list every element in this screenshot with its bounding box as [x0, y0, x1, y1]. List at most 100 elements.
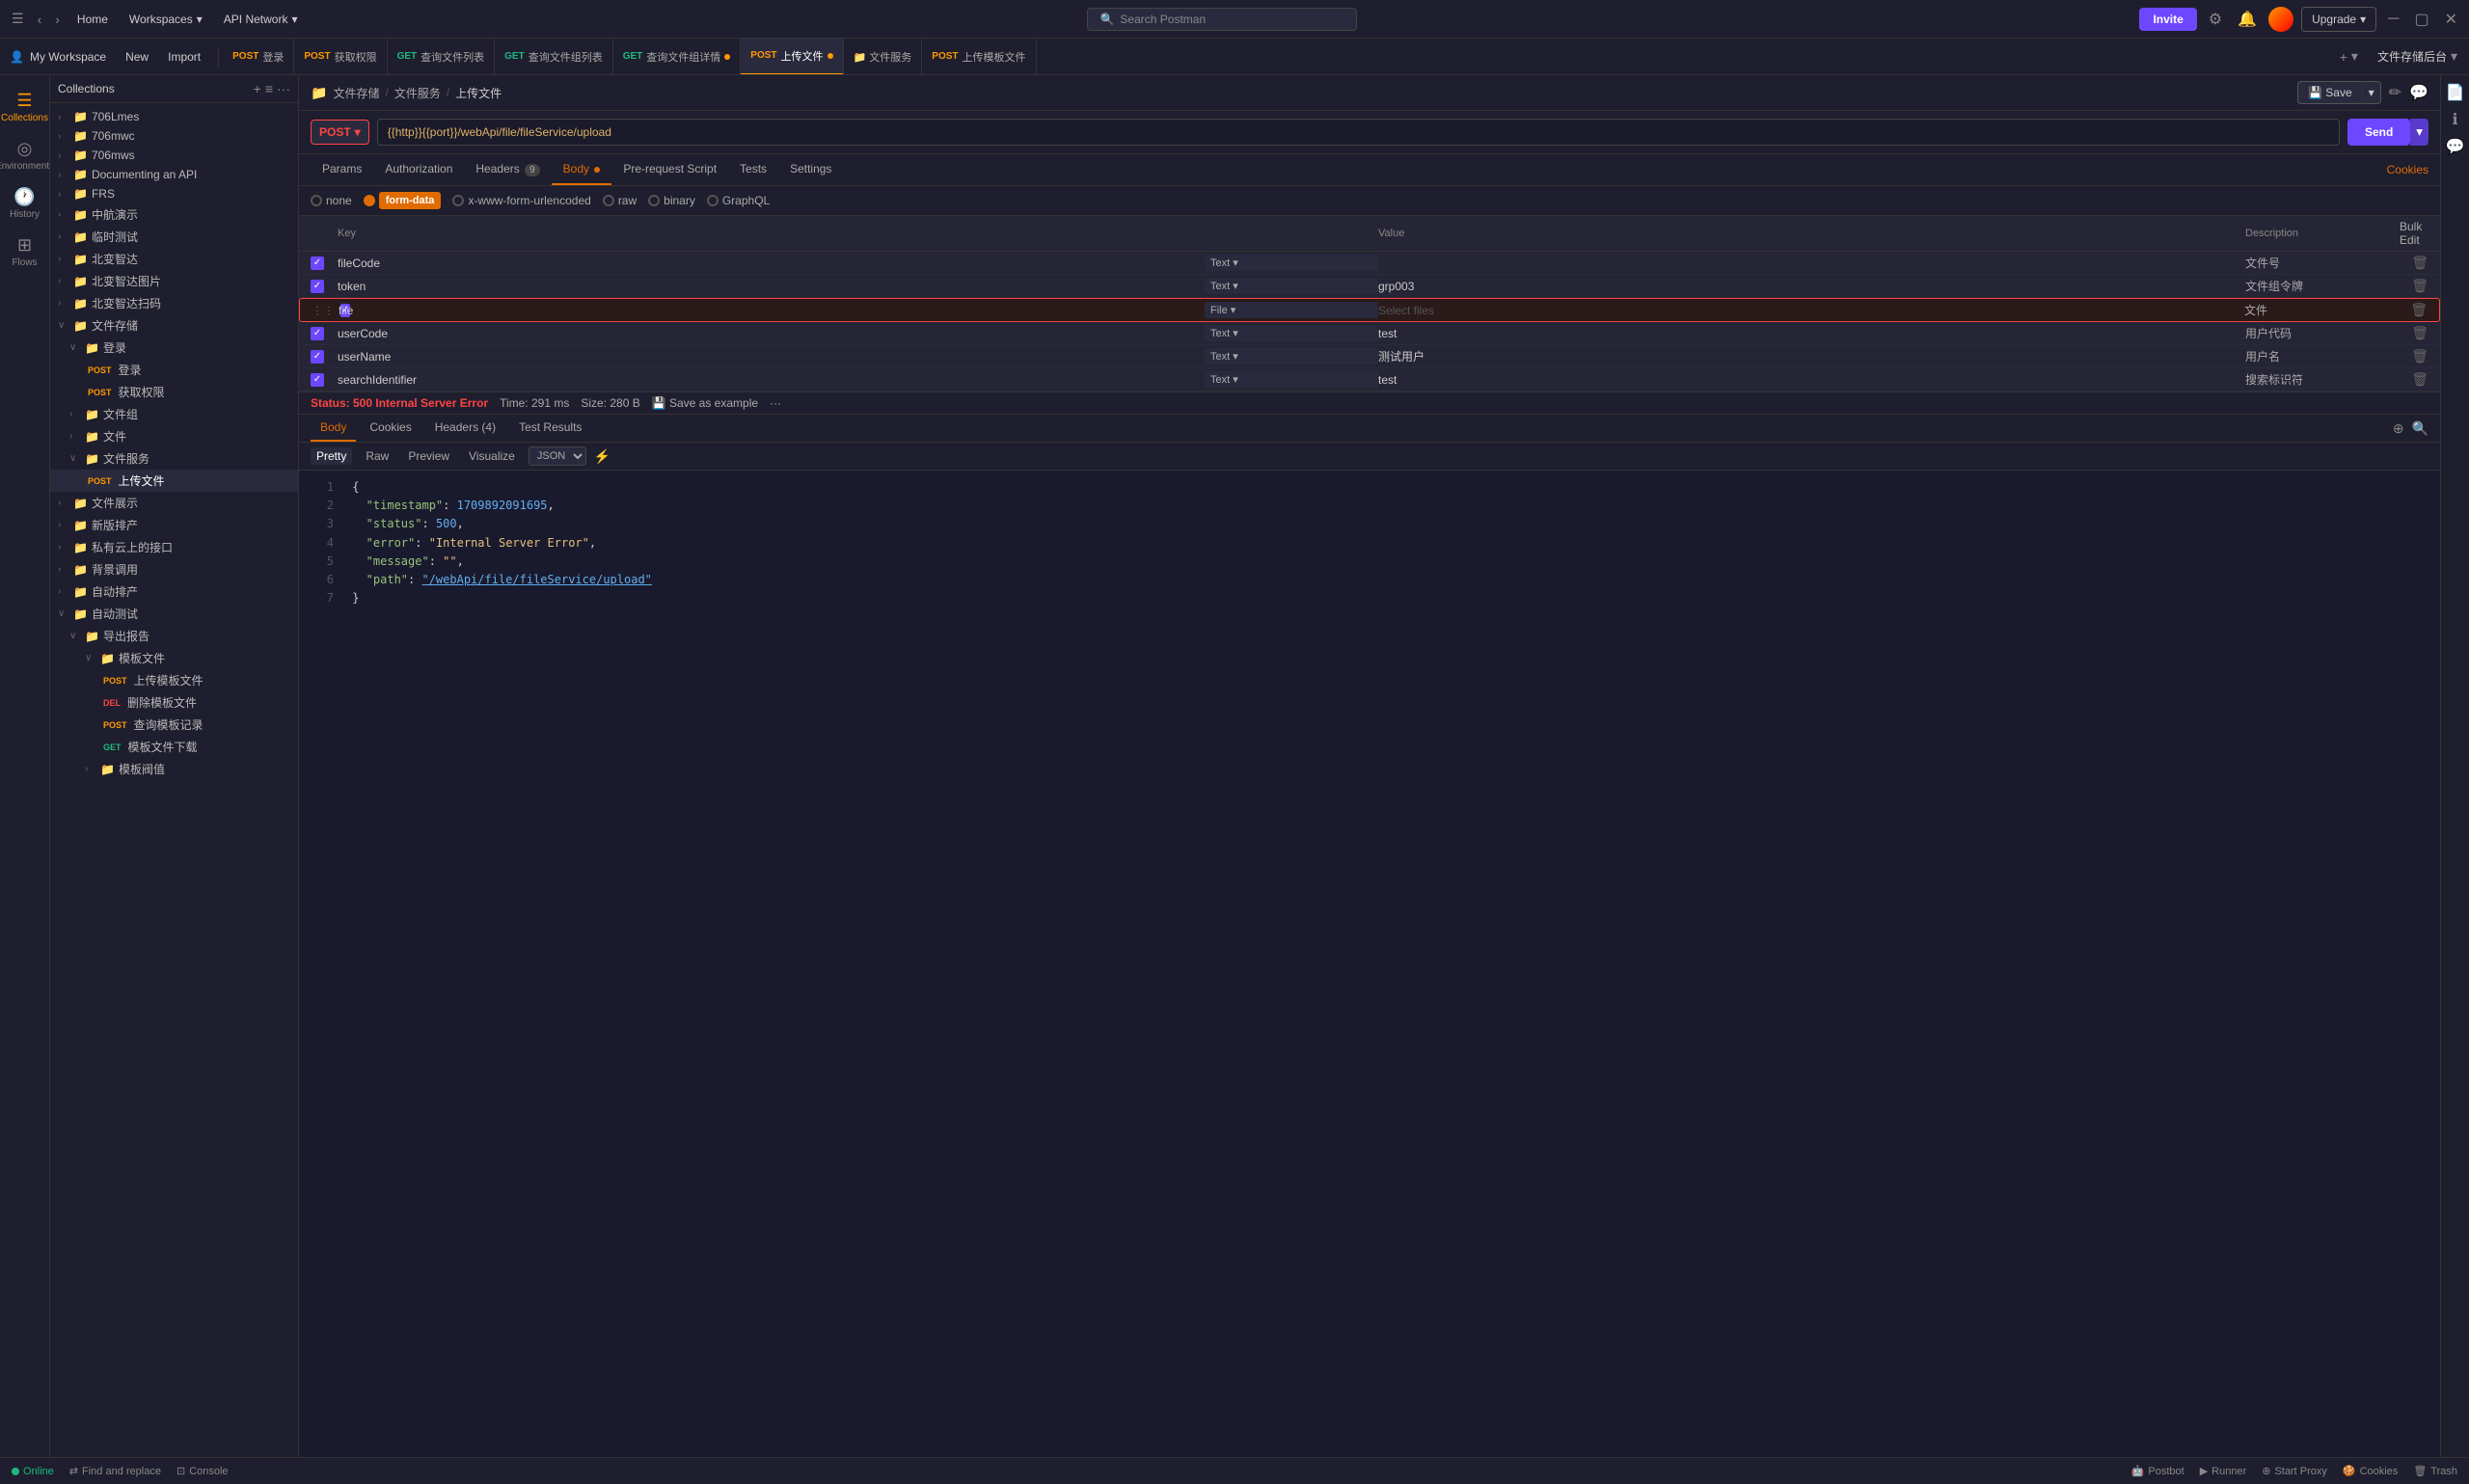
row-checkbox[interactable]: ✓	[311, 350, 324, 364]
row-type[interactable]: Text ▾	[1205, 325, 1378, 341]
copy-btn[interactable]: ⊕	[2393, 420, 2404, 437]
row-value[interactable]: 测试用户	[1378, 348, 2245, 364]
list-item[interactable]: ›📁私有云上的接口	[50, 536, 298, 558]
list-item[interactable]: ∨📁文件服务	[50, 447, 298, 470]
list-item[interactable]: ›📁Documenting an API	[50, 165, 298, 184]
tab-get-filelist[interactable]: GET 查询文件列表	[388, 39, 496, 75]
close-icon[interactable]: ✕	[2441, 6, 2461, 33]
list-item[interactable]: ∨📁自动测试	[50, 603, 298, 625]
save-example-btn[interactable]: 💾 Save as example	[652, 396, 758, 410]
tab-body[interactable]: Body	[552, 154, 612, 185]
row-value[interactable]: test	[1378, 327, 2245, 340]
row-key[interactable]: fileCode	[338, 256, 1205, 270]
row-type[interactable]: Text ▾	[1205, 255, 1378, 271]
format-type-select[interactable]: JSON XML HTML Text	[529, 446, 586, 466]
radio-form-data[interactable]: form-data	[364, 192, 442, 209]
list-item[interactable]: ∨📁文件存储	[50, 314, 298, 337]
home-tab[interactable]: Home	[69, 9, 116, 30]
list-item-active[interactable]: POST上传文件	[50, 470, 298, 492]
list-item[interactable]: ›📁中航演示	[50, 203, 298, 226]
format-pretty-btn[interactable]: Pretty	[311, 447, 352, 465]
row-key[interactable]: file	[339, 304, 1205, 317]
list-item[interactable]: ∨📁登录	[50, 337, 298, 359]
delete-row-btn[interactable]: 🗑	[2411, 325, 2428, 341]
start-proxy-btn[interactable]: ⊕ Start Proxy	[2262, 1465, 2327, 1477]
list-item[interactable]: ›📁文件组	[50, 403, 298, 425]
maximize-icon[interactable]: ▢	[2410, 6, 2432, 33]
tab-get-grouplist[interactable]: GET 查询文件组列表	[495, 39, 613, 75]
add-collection-btn[interactable]: +	[254, 81, 261, 96]
row-type[interactable]: Text ▾	[1205, 348, 1378, 364]
workspaces-btn[interactable]: Workspaces ▾	[122, 9, 210, 30]
delete-row-btn[interactable]: 🗑	[2411, 278, 2428, 294]
row-value[interactable]: grp003	[1378, 280, 2245, 293]
right-panel-info-btn[interactable]: ℹ	[2452, 110, 2457, 129]
list-item[interactable]: POST查询模板记录	[50, 714, 298, 736]
tab-right-dropdown[interactable]: ▾	[2451, 48, 2457, 65]
more-tabs-btn[interactable]: ▾	[2351, 48, 2358, 65]
radio-binary[interactable]: binary	[648, 194, 695, 207]
row-key[interactable]: searchIdentifier	[338, 373, 1205, 387]
list-item[interactable]: ›📁自动排产	[50, 580, 298, 603]
row-type[interactable]: Text ▾	[1205, 371, 1378, 388]
list-item[interactable]: ›📁FRS	[50, 184, 298, 203]
api-network-btn[interactable]: API Network ▾	[216, 9, 306, 30]
trash-btn[interactable]: 🗑 Trash	[2413, 1465, 2457, 1477]
list-item[interactable]: POST登录	[50, 359, 298, 381]
right-panel-comments-btn[interactable]: 💬	[2446, 137, 2465, 156]
runner-btn[interactable]: ▶ Runner	[2200, 1465, 2247, 1477]
import-btn[interactable]: Import	[158, 46, 210, 67]
upgrade-btn[interactable]: Upgrade ▾	[2301, 7, 2376, 32]
method-select[interactable]: POST ▾	[311, 120, 369, 145]
tab-prerequest[interactable]: Pre-request Script	[611, 154, 728, 185]
radio-raw[interactable]: raw	[603, 194, 637, 207]
tab-post-template[interactable]: POST 上传模板文件	[922, 39, 1036, 75]
row-checkbox[interactable]: ✓	[311, 327, 324, 340]
tab-tests[interactable]: Tests	[728, 154, 778, 185]
list-item[interactable]: GET模板文件下载	[50, 736, 298, 758]
search-input[interactable]: 🔍 Search Postman	[1087, 8, 1357, 31]
list-item[interactable]: DEL删除模板文件	[50, 691, 298, 714]
radio-none[interactable]: none	[311, 194, 352, 207]
list-item[interactable]: ›📁文件	[50, 425, 298, 447]
drag-handle[interactable]: ⋮⋮	[312, 304, 335, 317]
tab-post-auth[interactable]: POST 获取权限	[294, 39, 387, 75]
format-preview-btn[interactable]: Preview	[402, 447, 455, 465]
invite-btn[interactable]: Invite	[2139, 8, 2196, 31]
settings-icon[interactable]: ⚙	[2205, 6, 2226, 33]
tab-post-upload[interactable]: POST 上传文件	[741, 39, 843, 75]
list-item[interactable]: ∨📁导出报告	[50, 625, 298, 647]
bulk-edit-btn[interactable]: Bulk Edit	[2400, 220, 2428, 247]
tab-headers[interactable]: Headers 9	[464, 154, 551, 185]
radio-urlencoded[interactable]: x-www-form-urlencoded	[452, 194, 590, 207]
row-value[interactable]: test	[1378, 373, 2245, 387]
menu-icon[interactable]: ☰	[8, 7, 28, 31]
postbot-btn[interactable]: 🤖 Postbot	[2131, 1465, 2184, 1477]
tab-get-fileservice[interactable]: 📁 文件服务	[844, 39, 923, 75]
back-icon[interactable]: ‹	[34, 8, 46, 31]
tab-params[interactable]: Params	[311, 154, 373, 185]
save-dropdown-btn[interactable]: ▾	[2362, 81, 2381, 104]
sidebar-item-history[interactable]: 🕐 History	[0, 179, 49, 228]
list-item[interactable]: ›📁新版排产	[50, 514, 298, 536]
edit-icon[interactable]: ✏	[2389, 83, 2401, 102]
row-key[interactable]: userName	[338, 350, 1205, 364]
sidebar-item-collections[interactable]: ☰ Collections	[0, 83, 49, 131]
list-item[interactable]: ›📁706mws	[50, 146, 298, 165]
delete-row-btn[interactable]: 🗑	[2411, 371, 2428, 388]
list-item[interactable]: ›📁临时测试	[50, 226, 298, 248]
row-type[interactable]: Text ▾	[1205, 278, 1378, 294]
resp-tab-body[interactable]: Body	[311, 415, 356, 442]
minimize-icon[interactable]: ─	[2384, 7, 2402, 32]
cookies-link[interactable]: Cookies	[2387, 163, 2428, 176]
row-checkbox[interactable]: ✓	[311, 256, 324, 270]
list-item[interactable]: ›📁文件展示	[50, 492, 298, 514]
bell-icon[interactable]: 🔔	[2234, 6, 2261, 33]
list-item[interactable]: ›📁北变智达扫码	[50, 292, 298, 314]
delete-row-btn[interactable]: 🗑	[2411, 348, 2428, 364]
row-key[interactable]: token	[338, 280, 1205, 293]
tab-get-detail[interactable]: GET 查询文件组详情	[613, 39, 742, 75]
list-item[interactable]: ›📁模板阀值	[50, 758, 298, 780]
list-item[interactable]: ∨📁模板文件	[50, 647, 298, 669]
url-input[interactable]	[377, 119, 2340, 146]
